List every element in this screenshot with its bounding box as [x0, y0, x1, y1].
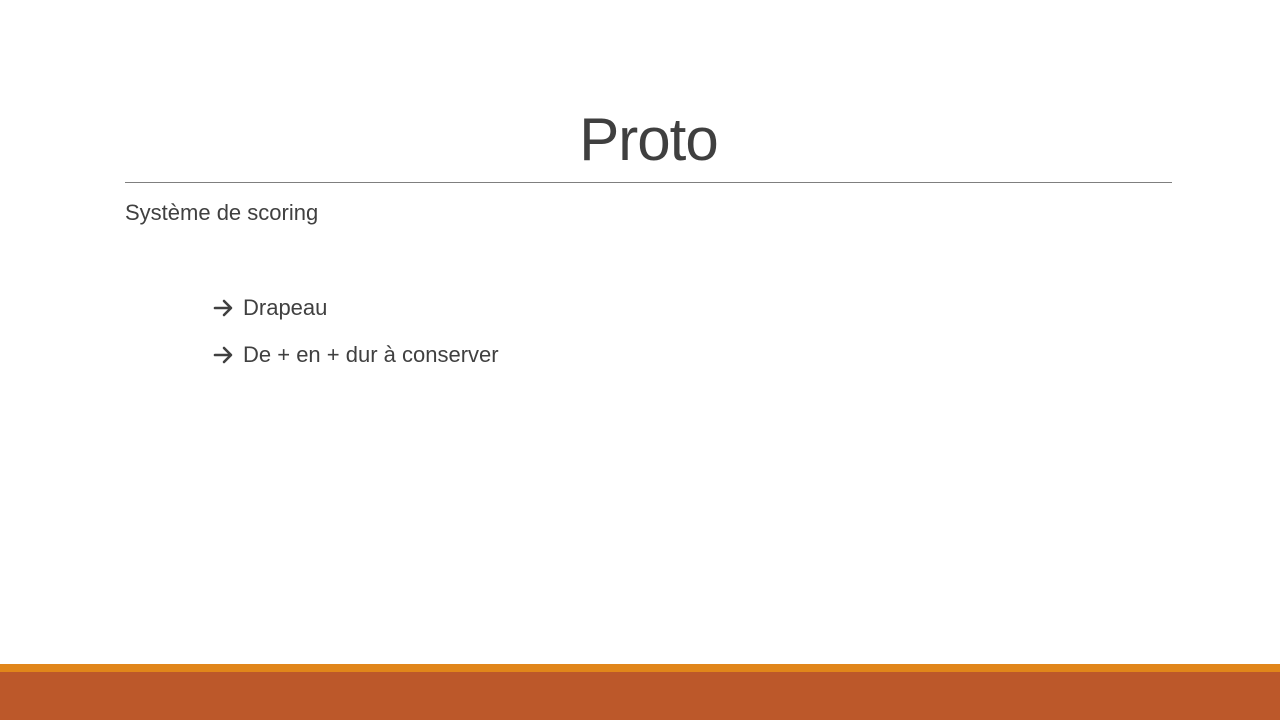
right-arrow-icon [213, 340, 235, 370]
footer-accent-bar [0, 664, 1280, 672]
bullet-item: Drapeau [213, 293, 327, 323]
title-divider [125, 182, 1172, 183]
slide-title: Proto [579, 106, 718, 173]
slide: Proto Système de scoring Drapeau De + en… [0, 0, 1280, 720]
body-text: Système de scoring [125, 200, 319, 225]
right-arrow-icon [213, 293, 235, 323]
bullet-text: De + en + dur à conserver [243, 342, 499, 367]
bullet-text: Drapeau [243, 295, 328, 320]
bullet-item: De + en + dur à conserver [213, 340, 499, 370]
footer-bar [0, 672, 1280, 720]
